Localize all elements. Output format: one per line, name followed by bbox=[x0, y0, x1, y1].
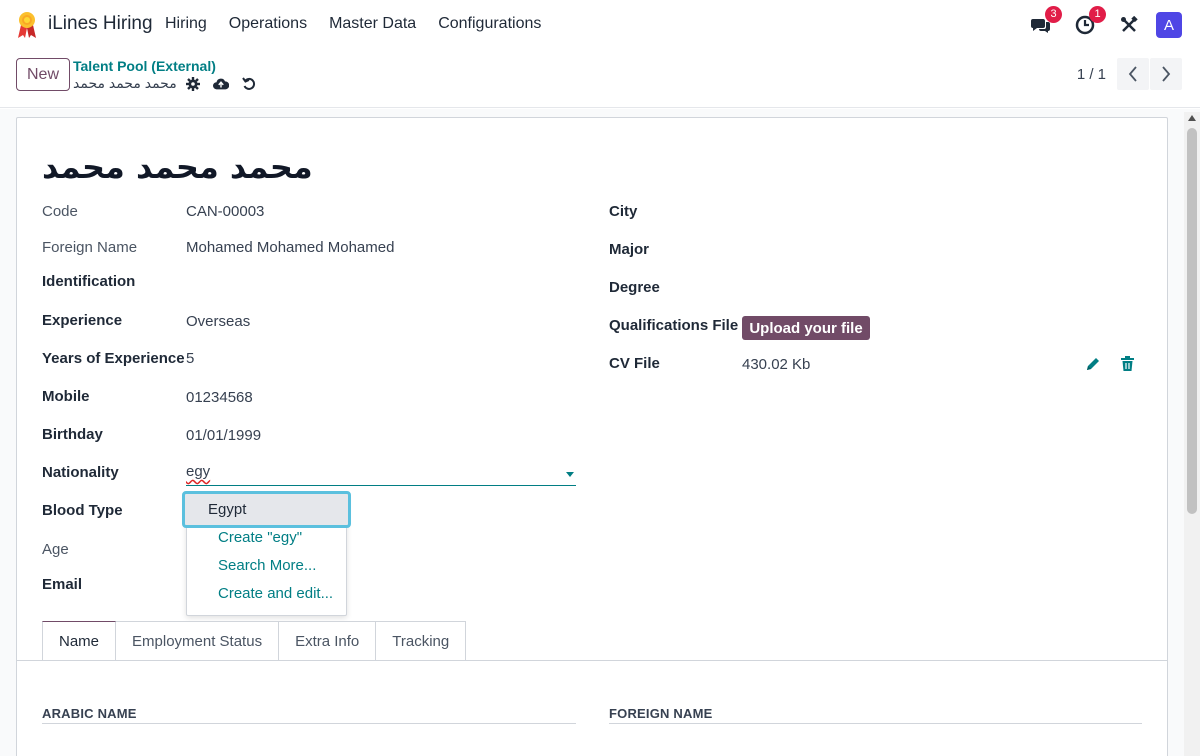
debug-tools-button[interactable] bbox=[1118, 14, 1140, 36]
breadcrumb-current: محمد محمد محمد bbox=[73, 75, 269, 92]
field-label-birthday: Birthday bbox=[42, 426, 103, 443]
notebook-tabs: Name Employment Status Extra Info Tracki… bbox=[42, 621, 467, 661]
record-title[interactable]: محمد محمد محمد bbox=[42, 148, 313, 186]
tab-divider bbox=[17, 660, 1167, 661]
app-name[interactable]: iLines Hiring bbox=[48, 13, 153, 35]
breadcrumb-record-name: محمد محمد محمد bbox=[73, 75, 177, 91]
field-label-years-of-experience: Years of Experience bbox=[42, 350, 185, 367]
tab-tracking[interactable]: Tracking bbox=[376, 621, 467, 661]
pager-value[interactable]: 1 / 1 bbox=[1077, 66, 1106, 83]
field-value-foreign-name: Mohamed Mohamed Mohamed bbox=[186, 239, 395, 256]
breadcrumb-parent[interactable]: Talent Pool (External) bbox=[73, 58, 216, 74]
scroll-up-icon[interactable] bbox=[1188, 115, 1196, 121]
scrollbar[interactable] bbox=[1184, 112, 1200, 756]
control-panel: New Talent Pool (External) محمد محمد محم… bbox=[0, 50, 1200, 108]
field-label-code: Code bbox=[42, 203, 78, 220]
field-value-code: CAN-00003 bbox=[186, 203, 265, 220]
nationality-typed-text: egy bbox=[186, 463, 211, 480]
chevron-left-icon bbox=[1128, 66, 1137, 82]
field-value-mobile[interactable]: 01234568 bbox=[186, 389, 253, 406]
field-label-experience: Experience bbox=[42, 312, 123, 329]
section-foreign-name: FOREIGN NAME bbox=[609, 706, 713, 721]
dropdown-option-create[interactable]: Create "egy" bbox=[218, 529, 302, 546]
main-menu: Hiring Operations Master Data Configurat… bbox=[165, 15, 563, 33]
field-label-cv-file: CV File bbox=[609, 355, 660, 372]
tab-employment-status[interactable]: Employment Status bbox=[116, 621, 280, 661]
field-value-experience[interactable]: Overseas bbox=[186, 313, 250, 330]
pager: 1 / 1 bbox=[1077, 58, 1182, 90]
field-label-age: Age bbox=[42, 541, 69, 558]
app-logo-icon[interactable] bbox=[16, 11, 38, 39]
scrollbar-thumb[interactable] bbox=[1187, 128, 1197, 514]
tab-name[interactable]: Name bbox=[42, 621, 117, 661]
caret-down-icon[interactable] bbox=[566, 472, 574, 477]
field-value-birthday[interactable]: 01/01/1999 bbox=[186, 427, 261, 444]
dropdown-option-egypt[interactable]: Egypt bbox=[182, 491, 351, 528]
gear-icon[interactable] bbox=[185, 76, 201, 92]
cloud-save-icon[interactable] bbox=[212, 76, 229, 92]
menu-master-data[interactable]: Master Data bbox=[329, 15, 416, 33]
field-label-mobile: Mobile bbox=[42, 388, 90, 405]
new-button[interactable]: New bbox=[16, 58, 70, 91]
dropdown-option-egypt-label: Egypt bbox=[208, 501, 247, 518]
user-avatar[interactable]: A bbox=[1156, 12, 1182, 38]
section-divider bbox=[42, 723, 576, 724]
field-label-nationality: Nationality bbox=[42, 464, 119, 481]
field-label-degree: Degree bbox=[609, 279, 660, 296]
field-label-email: Email bbox=[42, 576, 83, 593]
menu-configurations[interactable]: Configurations bbox=[438, 15, 541, 33]
activities-badge: 1 bbox=[1089, 6, 1106, 23]
trash-icon[interactable] bbox=[1120, 356, 1135, 372]
discard-icon[interactable] bbox=[241, 76, 257, 92]
upload-file-button[interactable]: Upload your file bbox=[742, 316, 870, 340]
field-label-major: Major bbox=[609, 241, 650, 258]
field-label-identification: Identification bbox=[42, 273, 136, 290]
menu-operations[interactable]: Operations bbox=[229, 15, 307, 33]
field-value-cv-file[interactable]: 430.02 Kb bbox=[742, 356, 810, 373]
field-label-foreign-name: Foreign Name bbox=[42, 239, 138, 256]
section-divider bbox=[609, 723, 1142, 724]
dropdown-option-create-and-edit[interactable]: Create and edit... bbox=[218, 585, 333, 602]
nationality-input[interactable]: egy bbox=[186, 463, 576, 486]
systray: 3 1 A bbox=[1008, 6, 1182, 40]
messages-badge: 3 bbox=[1045, 6, 1062, 23]
pager-next-button[interactable] bbox=[1150, 58, 1182, 90]
pencil-icon[interactable] bbox=[1085, 356, 1101, 372]
tools-icon bbox=[1121, 16, 1138, 32]
field-label-qualifications-file: Qualifications File bbox=[609, 317, 739, 334]
section-arabic-name: ARABIC NAME bbox=[42, 706, 137, 721]
dropdown-option-search-more[interactable]: Search More... bbox=[218, 557, 316, 574]
field-value-years-of-experience[interactable]: 5 bbox=[186, 350, 194, 367]
field-label-blood-type: Blood Type bbox=[42, 502, 123, 519]
top-navbar: iLines Hiring Hiring Operations Master D… bbox=[0, 0, 1200, 50]
pager-previous-button[interactable] bbox=[1117, 58, 1149, 90]
activities-button[interactable]: 1 bbox=[1074, 6, 1106, 36]
tab-extra-info[interactable]: Extra Info bbox=[279, 621, 377, 661]
menu-hiring[interactable]: Hiring bbox=[165, 15, 207, 33]
chevron-right-icon bbox=[1162, 66, 1171, 82]
field-label-city: City bbox=[609, 203, 638, 220]
messages-button[interactable]: 3 bbox=[1030, 6, 1062, 36]
